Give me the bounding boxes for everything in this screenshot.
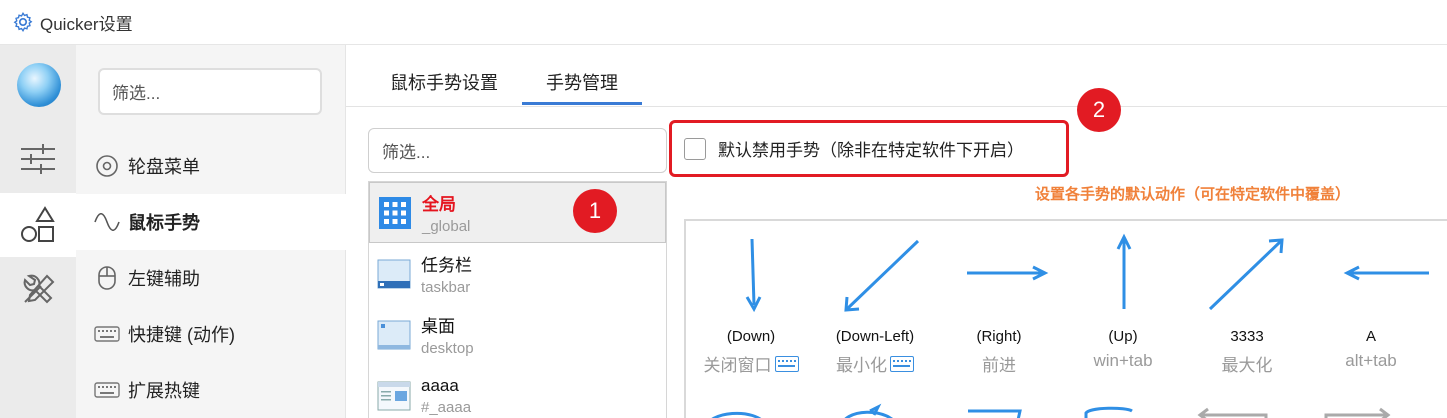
taskbar-icon (377, 259, 411, 288)
list-item-taskbar[interactable]: 任务栏 taskbar (369, 243, 666, 304)
radial-menu-icon (94, 153, 120, 179)
app-filter-input[interactable]: 筛选... (368, 128, 667, 173)
gesture-action-label: alt+tab (1345, 351, 1397, 370)
gesture-name: A (1365, 328, 1376, 345)
gesture-right-arrow-icon (967, 265, 1049, 281)
list-item-sub: desktop (421, 340, 474, 357)
app-list: 全局 _global 任务栏 taskbar 桌面 desktop aaaa #… (368, 181, 667, 418)
sidebar-item-extended-hotkeys[interactable]: 扩展热键 (76, 362, 346, 418)
gesture-action-label: 最小化 (836, 356, 887, 375)
gesture-name: (Right) (976, 328, 1022, 345)
list-item-name: aaaa (421, 375, 459, 395)
main-content: 鼠标手势设置 手势管理 筛选... 全局 _global 任务栏 taskbar… (346, 45, 1447, 418)
disable-gestures-option: 默认禁用手势（除非在特定软件下开启） (669, 120, 1069, 177)
gear-icon (13, 11, 33, 33)
sidebar-item-label: 轮盘菜单 (128, 157, 200, 177)
sidebar-item-hotkeys[interactable]: 快捷键 (动作) (76, 306, 346, 362)
gesture-hint-text: 设置各手势的默认动作（可在特定软件中覆盖） (1035, 186, 1351, 203)
grid-app-icon (379, 196, 411, 229)
rail-shapes-button[interactable] (0, 193, 76, 257)
gesture-action-label: 前进 (982, 356, 1016, 375)
gesture-name: 3333 (1230, 328, 1264, 345)
list-item-name: 任务栏 (421, 256, 472, 275)
gesture-name: (Down-Left) (835, 328, 915, 345)
list-item-name: 桌面 (421, 317, 455, 336)
gesture-action: 最大化 (1185, 351, 1309, 376)
gesture-action-label: 关闭窗口 (703, 356, 772, 375)
list-item-global[interactable]: 全局 _global (369, 182, 666, 243)
sidebar-item-label: 快捷键 (动作) (128, 325, 235, 345)
list-item-name: 全局 (422, 195, 456, 214)
gesture-grid: (Down) 关闭窗口 (Down-Left) 最小化 (Right) 前进 (… (684, 219, 1447, 418)
title-bar: Quicker设置 (0, 0, 1447, 45)
gesture-row-partial (711, 403, 1391, 418)
rail-settings-button[interactable] (0, 127, 76, 191)
gesture-action-label: win+tab (1093, 351, 1153, 370)
disable-gestures-checkbox[interactable] (684, 137, 706, 160)
list-item-sub: taskbar (421, 279, 471, 296)
category-sidebar: 筛选... 轮盘菜单 鼠标手势 左键辅助 快捷键 (动作) 扩展热键 (76, 45, 346, 418)
annotation-badge-1: 1 (573, 189, 617, 233)
tab-gesture-management[interactable]: 手势管理 (522, 65, 642, 105)
window-title: Quicker设置 (40, 14, 133, 34)
sidebar-filter-input[interactable]: 筛选... (98, 68, 322, 115)
gesture-action-label: 最大化 (1221, 356, 1273, 375)
gesture-name: (Down) (726, 328, 776, 345)
gesture-left-arrow-icon (1343, 265, 1429, 281)
gesture-up-right-arrow-icon (1208, 238, 1284, 311)
annotation-badge-2: 2 (1077, 88, 1121, 132)
gesture-curve-mark (711, 411, 762, 418)
gesture-card[interactable]: A alt+tab (1309, 221, 1433, 418)
window-app-icon (377, 381, 411, 410)
tools-icon (23, 274, 55, 304)
wave-icon (94, 209, 120, 235)
gesture-card[interactable]: (Down-Left) 最小化 (813, 221, 937, 418)
disable-gestures-label: 默认禁用手势（除非在特定软件下开启） (718, 141, 1024, 160)
sidebar-item-mouse-gesture[interactable]: 鼠标手势 (76, 194, 346, 250)
gesture-down-arrow-icon (745, 238, 762, 313)
gesture-card[interactable]: (Down) 关闭窗口 (689, 221, 813, 418)
gesture-card[interactable]: (Right) 前进 (937, 221, 1061, 418)
tab-bar: 鼠标手势设置 手势管理 (366, 65, 642, 105)
gesture-action: 最小化 (813, 351, 937, 376)
keyboard-icon (94, 377, 120, 403)
keyboard-icon (94, 321, 120, 347)
avatar[interactable] (17, 63, 61, 107)
sidebar-item-left-click-assist[interactable]: 左键辅助 (76, 250, 346, 306)
sidebar-item-label: 鼠标手势 (128, 213, 200, 233)
gesture-down-left-arrow-icon (844, 239, 920, 312)
tab-divider (346, 106, 1447, 107)
sidebar-item-label: 左键辅助 (128, 269, 200, 289)
list-item-sub: #_aaaa (421, 398, 472, 416)
gesture-name: (Up) (1108, 328, 1138, 345)
keyboard-icon (890, 355, 914, 372)
sliders-icon (21, 144, 55, 174)
gesture-card[interactable]: (Up) win+tab (1061, 221, 1185, 418)
gesture-action: alt+tab (1309, 351, 1433, 371)
rail-tools-button[interactable] (0, 259, 76, 323)
list-item-sub: _global (422, 218, 471, 235)
gesture-action: win+tab (1061, 351, 1185, 371)
mouse-icon (94, 265, 120, 291)
list-item-aaaa[interactable]: aaaa #_aaaa (369, 365, 666, 418)
gesture-card[interactable]: 3333 最大化 (1185, 221, 1309, 418)
gesture-action: 关闭窗口 (689, 351, 813, 376)
sidebar-item-label: 扩展热键 (128, 381, 200, 401)
gesture-action: 前进 (937, 351, 1061, 376)
list-item-desktop[interactable]: 桌面 desktop (369, 304, 666, 365)
shapes-icon (21, 206, 55, 242)
left-rail (0, 45, 76, 418)
gesture-up-arrow-icon (1116, 233, 1132, 309)
tab-gesture-settings[interactable]: 鼠标手势设置 (366, 65, 522, 105)
keyboard-icon (774, 355, 799, 372)
desktop-icon (377, 320, 411, 349)
sidebar-item-radial-menu[interactable]: 轮盘菜单 (76, 138, 346, 194)
